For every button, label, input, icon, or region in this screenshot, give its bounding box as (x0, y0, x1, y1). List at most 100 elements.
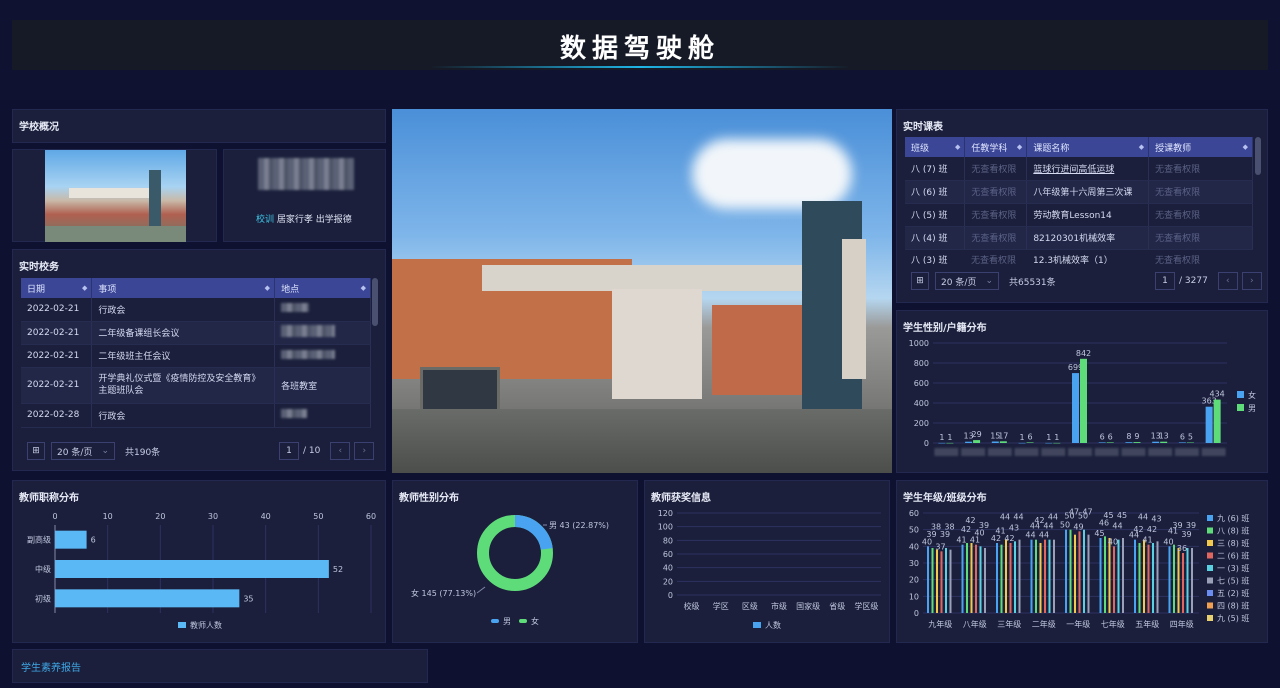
x-tick-label: 五年级 (1135, 619, 1159, 629)
bar (931, 548, 934, 613)
table-row[interactable]: 八 (4) 班无查看权限 82120301机械效率 无查看权限 (905, 226, 1253, 250)
y-tick-label: 40 (909, 542, 919, 551)
legend-swatch (1207, 615, 1213, 621)
y-tick-label: 400 (914, 399, 929, 408)
col-place[interactable]: 地点 ◆ (274, 278, 371, 298)
table-row[interactable]: 八 (6) 班无查看权限 八年级第十六周第三次课 无查看权限 (905, 180, 1253, 204)
tasks-next-button[interactable]: › (354, 442, 375, 460)
school-main-photo[interactable] (392, 109, 892, 473)
tasks-scrollbar[interactable] (372, 278, 378, 326)
data-label: 8 (1126, 432, 1131, 441)
y-tick-label: 40 (663, 564, 673, 573)
schedule-row-partial[interactable]: 八 (3) 班无查看权限 12.3机械效率（1） 无查看权限 (905, 253, 1253, 265)
table-row[interactable]: 2022-02-21 开学典礼仪式暨《疫情防控及安全教育》主题班队会 各班教室 (21, 367, 371, 404)
tasks-page-size-select[interactable]: 20 条/页 ⌄ (51, 442, 115, 460)
schedule-title: 实时课表 (903, 122, 943, 133)
schedule-next-button[interactable]: › (1241, 272, 1262, 290)
schedule-page-size-select[interactable]: 20 条/页 ⌄ (935, 272, 999, 290)
legend-swatch (1207, 577, 1213, 584)
legend-label: 一 (3) 班 (1217, 563, 1249, 573)
bar (1098, 442, 1106, 443)
table-row[interactable]: 2022-02-21 行政会 (21, 298, 371, 322)
data-label: 39 (1181, 530, 1191, 539)
bar (1014, 541, 1016, 613)
y-tick-label: 初级 (35, 593, 51, 603)
legend-label: 五 (2) 班 (1217, 588, 1249, 598)
data-label: 40 (1108, 537, 1118, 546)
bar (1160, 441, 1168, 443)
data-label: 44 (1000, 513, 1010, 522)
y-tick-label: 0 (914, 609, 919, 618)
table-row[interactable]: 八 (7) 班无查看权限 篮球行进间高低运球 无查看权限 (905, 157, 1253, 181)
y-tick-label: 1000 (909, 339, 929, 348)
data-label: 6 (91, 536, 96, 545)
legend-label: 男 (1248, 404, 1256, 413)
col-item[interactable]: 事项 ◆ (91, 278, 276, 298)
x-tick-label: 学区级 (854, 601, 878, 611)
bar (1113, 546, 1115, 613)
legend-swatch (491, 619, 499, 623)
tasks-page-icon[interactable]: ⊞ (27, 442, 45, 460)
bar (1173, 544, 1175, 613)
bar (1069, 529, 1072, 613)
col-class[interactable]: 班级 ◆ (905, 137, 966, 157)
data-label: 41 (956, 536, 966, 545)
bar (1053, 442, 1061, 444)
y-tick-label: 100 (658, 523, 673, 532)
bar (965, 441, 973, 443)
table-row[interactable]: 2022-02-28 行政会 (21, 403, 371, 428)
bar (1143, 539, 1145, 613)
legend-swatch (1207, 515, 1213, 521)
x-tick-label: 八年级 (963, 619, 987, 629)
table-row[interactable]: 2022-02-21 二年级班主任会议 (21, 344, 371, 368)
legend-label: 四 (8) 班 (1217, 601, 1249, 611)
data-label: 50 (1060, 521, 1070, 530)
bar (1168, 546, 1171, 613)
bar (949, 549, 952, 613)
col-teacher[interactable]: 授课教师 ◆ (1148, 137, 1253, 157)
schedule-prev-button[interactable]: ‹ (1217, 272, 1238, 290)
bar (991, 441, 999, 443)
data-label: 49 (1073, 522, 1083, 531)
schedule-page-icon[interactable]: ⊞ (911, 272, 929, 290)
y-tick-label: 10 (909, 592, 919, 601)
data-label: 1 (1054, 433, 1059, 442)
bar (55, 589, 240, 608)
bar (1026, 442, 1034, 443)
legend-label: 三 (8) 班 (1217, 538, 1249, 548)
school-thumbnail[interactable] (45, 150, 186, 242)
col-date[interactable]: 日期 ◆ (21, 278, 93, 298)
bar (1018, 539, 1021, 613)
x-tick-label: 0 (52, 512, 57, 521)
schedule-page-input[interactable]: 1 (1155, 272, 1175, 290)
schedule-panel: 实时课表 班级 ◆ 任教学科 ◆ 课题名称 ◆ 授课教师 ◆ 八 (7) 班无查看权限篮… (896, 109, 1268, 303)
school-logo-blurred (258, 158, 354, 190)
table-row[interactable]: 2022-02-21 二年级备课组长会议 (21, 321, 371, 345)
bar (1000, 544, 1003, 613)
tasks-page-input[interactable]: 1 (279, 442, 299, 460)
tasks-prev-button[interactable]: ‹ (330, 442, 351, 460)
teacher-award-chart: 120 100 80 60 40 20 0 校级 学区 区级 市级 国家级 省级 学区级人数 (658, 509, 881, 630)
bar (1018, 442, 1026, 444)
school-photo-panel (12, 149, 217, 242)
bar (938, 442, 946, 444)
table-row[interactable]: 八 (5) 班无查看权限 劳动教育Lesson14 无查看权限 (905, 203, 1253, 227)
col-topic[interactable]: 课题名称 ◆ (1026, 137, 1150, 157)
schedule-table: 班级 ◆ 任教学科 ◆ 课题名称 ◆ 授课教师 ◆ 八 (7) 班无查看权限 篮球行进间高… (905, 137, 1253, 250)
data-label: 42 (1147, 525, 1157, 534)
data-label: 52 (333, 565, 343, 574)
student-report-link[interactable]: 学生素养报告 (21, 659, 81, 674)
schedule-scrollbar[interactable] (1255, 137, 1261, 175)
col-subject[interactable]: 任教学科 ◆ (964, 137, 1028, 157)
data-label: 1 (939, 433, 944, 442)
x-tick-label: 四年级 (1170, 619, 1194, 629)
data-label: 42 (961, 525, 971, 534)
x-tick-label: 二年级 (1032, 619, 1056, 629)
bar (1074, 534, 1076, 613)
bar (1134, 539, 1136, 613)
bar (1048, 539, 1051, 613)
female-leader-line (476, 586, 486, 594)
y-tick-label: 60 (909, 509, 919, 518)
tasks-table: 日期 ◆ 事项 ◆ 地点 ◆ 2022-02-21 行政会 2022-02-21 二年级备… (21, 278, 371, 428)
data-label: 6 (1027, 432, 1032, 441)
